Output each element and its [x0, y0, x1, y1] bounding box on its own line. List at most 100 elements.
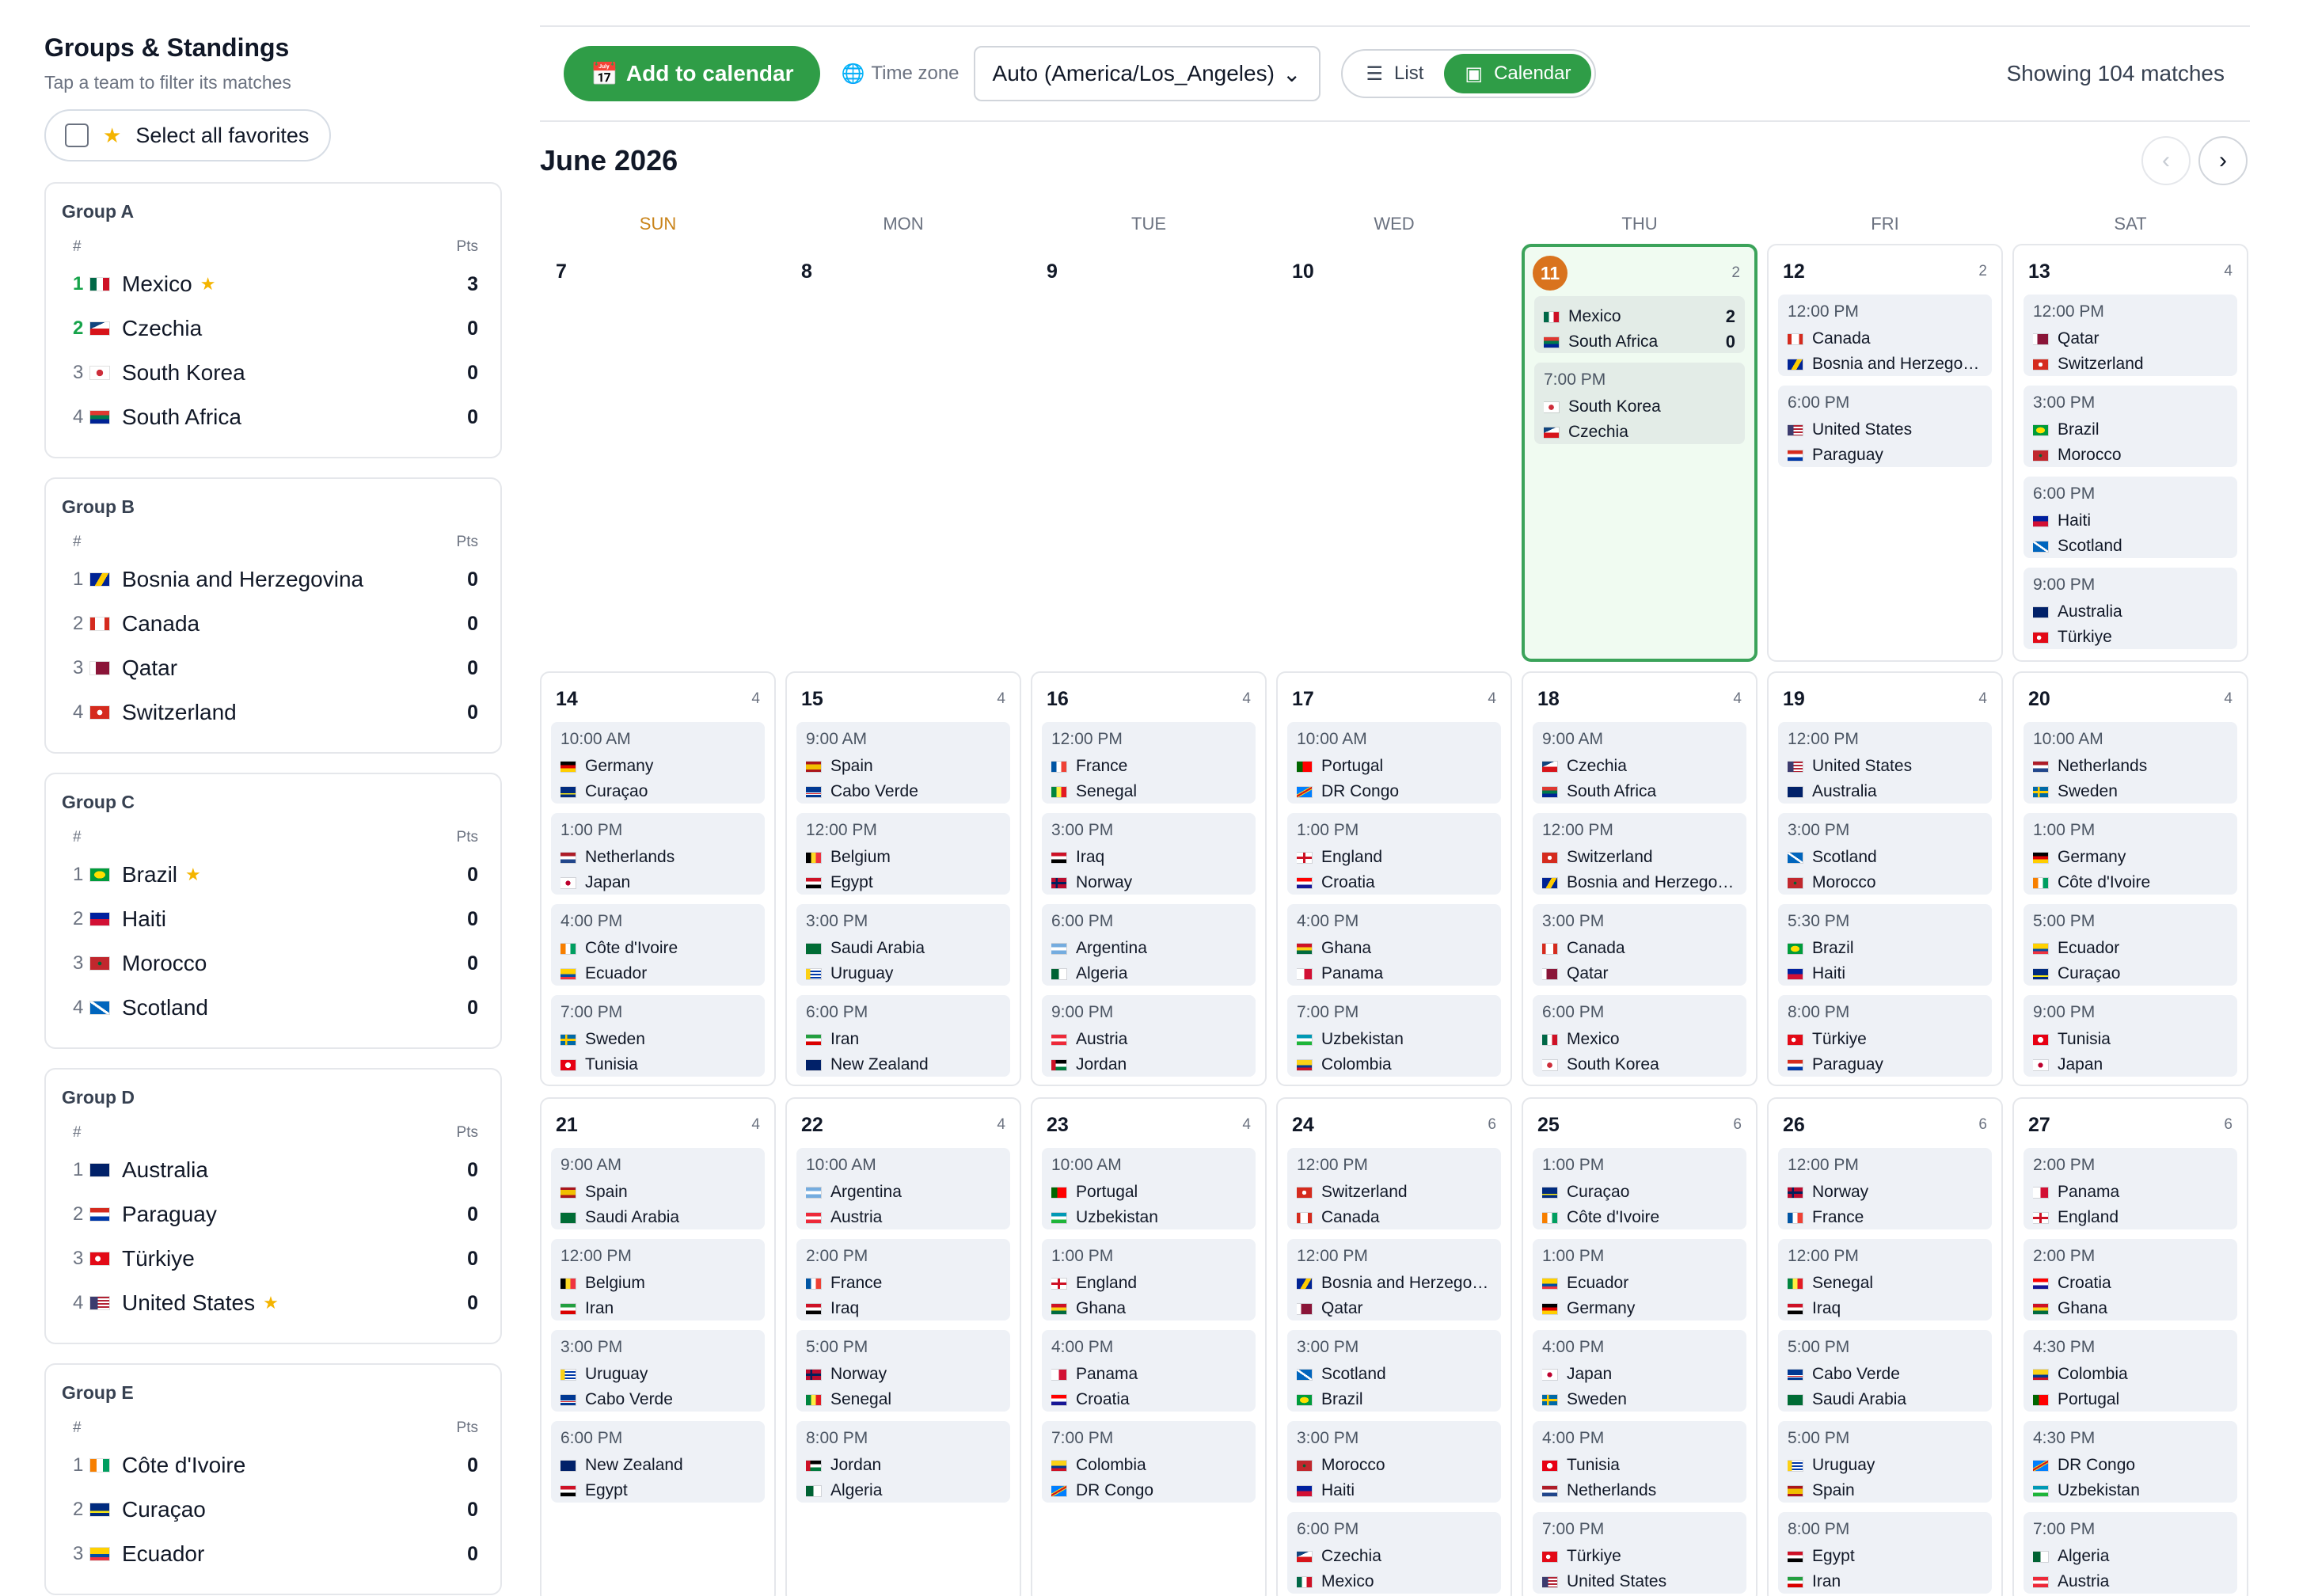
match-card[interactable]: 12:00 PM France Senegal — [1042, 722, 1256, 804]
match-card[interactable]: 6:00 PM New Zealand Egypt — [551, 1421, 765, 1503]
match-card[interactable]: 12:00 PM Canada Bosnia and Herzegovina — [1778, 294, 1992, 376]
match-card[interactable]: 7:00 PM Colombia DR Congo — [1042, 1421, 1256, 1503]
match-card[interactable]: 7:00 PM Türkiye United States — [1533, 1512, 1746, 1594]
team-row[interactable]: 1 Bosnia and Herzegovina 0 — [62, 557, 478, 602]
match-card[interactable]: 12:00 PM Belgium Egypt — [796, 813, 1010, 895]
team-row[interactable]: 4 Scotland 0 — [62, 986, 478, 1030]
match-card[interactable]: 12:00 PM Belgium Iran — [551, 1239, 765, 1320]
match-card[interactable]: 12:00 PM Bosnia and Herzegovina Qatar — [1287, 1239, 1501, 1320]
match-card[interactable]: 2:00 PM France Iraq — [796, 1239, 1010, 1320]
match-card[interactable]: 2:00 PM Croatia Ghana — [2024, 1239, 2237, 1320]
day-cell-23[interactable]: 23 4 10:00 AM Portugal Uzbekistan 1:00 PM Engl… — [1031, 1097, 1267, 1596]
match-card[interactable]: 1:00 PM England Croatia — [1287, 813, 1501, 895]
match-card[interactable]: 3:00 PM Brazil Morocco — [2024, 386, 2237, 467]
team-row[interactable]: 2 Curaçao 0 — [62, 1488, 478, 1532]
day-cell-25[interactable]: 25 6 1:00 PM Curaçao Côte d'Ivoire 1:00 PM Ecu… — [1522, 1097, 1758, 1596]
match-card[interactable]: 3:00 PM Scotland Morocco — [1778, 813, 1992, 895]
team-row[interactable]: 3 Qatar 0 — [62, 646, 478, 690]
match-card[interactable]: 3:00 PM Saudi Arabia Uruguay — [796, 904, 1010, 986]
team-row[interactable]: 4 Switzerland 0 — [62, 690, 478, 735]
day-cell-19[interactable]: 19 4 12:00 PM United States Australia 3:00 PM… — [1767, 671, 2003, 1086]
match-card[interactable]: 9:00 AM Spain Saudi Arabia — [551, 1148, 765, 1229]
match-card[interactable]: 4:00 PM Tunisia Netherlands — [1533, 1421, 1746, 1503]
match-card[interactable]: 8:00 PM Türkiye Paraguay — [1778, 995, 1992, 1077]
team-row[interactable]: 2 Haiti 0 — [62, 897, 478, 941]
match-card[interactable]: 4:30 PM Colombia Portugal — [2024, 1330, 2237, 1412]
day-cell-22[interactable]: 22 4 10:00 AM Argentina Austria 2:00 PM France… — [785, 1097, 1021, 1596]
match-card[interactable]: 5:00 PM Uruguay Spain — [1778, 1421, 1992, 1503]
match-card[interactable]: 2:00 PM Panama England — [2024, 1148, 2237, 1229]
favorite-star-icon[interactable]: ★ — [200, 276, 216, 293]
team-row[interactable]: 3 Morocco 0 — [62, 941, 478, 986]
match-card[interactable]: 9:00 AM Spain Cabo Verde — [796, 722, 1010, 804]
match-card[interactable]: 12:00 PM Senegal Iraq — [1778, 1239, 1992, 1320]
select-all-checkbox[interactable] — [65, 124, 89, 147]
match-card[interactable]: 9:00 AM Czechia South Africa — [1533, 722, 1746, 804]
match-card[interactable]: 4:30 PM DR Congo Uzbekistan — [2024, 1421, 2237, 1503]
team-row[interactable]: 2 Paraguay 0 — [62, 1192, 478, 1237]
favorite-star-icon[interactable]: ★ — [185, 866, 201, 884]
match-card[interactable]: 1:00 PM England Ghana — [1042, 1239, 1256, 1320]
match-card[interactable]: 5:30 PM Brazil Haiti — [1778, 904, 1992, 986]
team-row[interactable]: 1 Côte d'Ivoire 0 — [62, 1443, 478, 1488]
team-row[interactable]: 4 United States ★ 0 — [62, 1281, 478, 1325]
favorite-star-icon[interactable]: ★ — [263, 1294, 279, 1312]
team-row[interactable]: 1 Brazil ★ 0 — [62, 853, 478, 897]
day-cell-18[interactable]: 18 4 9:00 AM Czechia South Africa 12:00 PM Swi… — [1522, 671, 1758, 1086]
team-row[interactable]: 1 Australia 0 — [62, 1148, 478, 1192]
match-card[interactable]: Mexico 2 South Africa 0 — [1534, 296, 1745, 353]
match-card[interactable]: 12:00 PM Switzerland Bosnia and Herzegovin… — [1533, 813, 1746, 895]
match-card[interactable]: 10:00 AM Argentina Austria — [796, 1148, 1010, 1229]
match-card[interactable]: 6:00 PM Argentina Algeria — [1042, 904, 1256, 986]
match-card[interactable]: 10:00 AM Germany Curaçao — [551, 722, 765, 804]
match-card[interactable]: 12:00 PM Qatar Switzerland — [2024, 294, 2237, 376]
match-card[interactable]: 7:00 PM Uzbekistan Colombia — [1287, 995, 1501, 1077]
timezone-select[interactable]: Auto (America/Los_Angeles) ⌄ — [973, 46, 1320, 101]
match-card[interactable]: 4:00 PM Côte d'Ivoire Ecuador — [551, 904, 765, 986]
match-card[interactable]: 6:00 PM United States Paraguay — [1778, 386, 1992, 467]
match-card[interactable]: 3:00 PM Scotland Brazil — [1287, 1330, 1501, 1412]
day-cell-15[interactable]: 15 4 9:00 AM Spain Cabo Verde 12:00 PM Belgium… — [785, 671, 1021, 1086]
match-card[interactable]: 8:00 PM Jordan Algeria — [796, 1421, 1010, 1503]
match-card[interactable]: 3:00 PM Iraq Norway — [1042, 813, 1256, 895]
match-card[interactable]: 1:00 PM Germany Côte d'Ivoire — [2024, 813, 2237, 895]
match-card[interactable]: 3:00 PM Uruguay Cabo Verde — [551, 1330, 765, 1412]
day-cell-20[interactable]: 20 4 10:00 AM Netherlands Sweden 1:00 PM Germa… — [2012, 671, 2248, 1086]
day-cell-12[interactable]: 12 2 12:00 PM Canada Bosnia and Herzegovina 6… — [1767, 244, 2003, 662]
day-cell-11[interactable]: 11 2 Mexico 2 South Africa 0 7:00 PM South Kore… — [1522, 244, 1758, 662]
match-card[interactable]: 3:00 PM Canada Qatar — [1533, 904, 1746, 986]
team-row[interactable]: 3 South Korea 0 — [62, 351, 478, 395]
match-card[interactable]: 9:00 PM Australia Türkiye — [2024, 568, 2237, 649]
match-card[interactable]: 9:00 PM Austria Jordan — [1042, 995, 1256, 1077]
match-card[interactable]: 12:00 PM United States Australia — [1778, 722, 1992, 804]
day-cell-24[interactable]: 24 6 12:00 PM Switzerland Canada 12:00 PM Bosn… — [1276, 1097, 1512, 1596]
day-cell-7[interactable]: 7 — [540, 244, 776, 662]
match-card[interactable]: 6:00 PM Haiti Scotland — [2024, 477, 2237, 558]
match-card[interactable]: 6:00 PM Czechia Mexico — [1287, 1512, 1501, 1594]
match-card[interactable]: 10:00 AM Portugal DR Congo — [1287, 722, 1501, 804]
prev-month-button[interactable]: ‹ — [2141, 136, 2191, 185]
match-card[interactable]: 4:00 PM Panama Croatia — [1042, 1330, 1256, 1412]
day-cell-14[interactable]: 14 4 10:00 AM Germany Curaçao 1:00 PM Netherla… — [540, 671, 776, 1086]
team-row[interactable]: 4 South Africa 0 — [62, 395, 478, 439]
day-cell-21[interactable]: 21 4 9:00 AM Spain Saudi Arabia 12:00 PM Belgi… — [540, 1097, 776, 1596]
match-card[interactable]: 7:00 PM Algeria Austria — [2024, 1512, 2237, 1594]
match-card[interactable]: 5:00 PM Cabo Verde Saudi Arabia — [1778, 1330, 1992, 1412]
match-card[interactable]: 6:00 PM Mexico South Korea — [1533, 995, 1746, 1077]
match-card[interactable]: 10:00 AM Netherlands Sweden — [2024, 722, 2237, 804]
match-card[interactable]: 4:00 PM Ghana Panama — [1287, 904, 1501, 986]
team-row[interactable]: 3 Ecuador 0 — [62, 1532, 478, 1576]
match-card[interactable]: 10:00 AM Portugal Uzbekistan — [1042, 1148, 1256, 1229]
team-row[interactable]: 2 Czechia 0 — [62, 306, 478, 351]
day-cell-8[interactable]: 8 — [785, 244, 1021, 662]
tab-list[interactable]: ☰ List — [1346, 54, 1445, 93]
day-cell-13[interactable]: 13 4 12:00 PM Qatar Switzerland 3:00 PM Brazil… — [2012, 244, 2248, 662]
match-card[interactable]: 6:00 PM Iran New Zealand — [796, 995, 1010, 1077]
select-all-favorites-button[interactable]: ★ Select all favorites — [44, 109, 332, 162]
match-card[interactable]: 8:00 PM Egypt Iran — [1778, 1512, 1992, 1594]
day-cell-9[interactable]: 9 — [1031, 244, 1267, 662]
match-card[interactable]: 12:00 PM Norway France — [1778, 1148, 1992, 1229]
day-cell-17[interactable]: 17 4 10:00 AM Portugal DR Congo 1:00 PM Englan… — [1276, 671, 1512, 1086]
match-card[interactable]: 1:00 PM Curaçao Côte d'Ivoire — [1533, 1148, 1746, 1229]
tab-calendar[interactable]: ▣ Calendar — [1444, 54, 1592, 93]
